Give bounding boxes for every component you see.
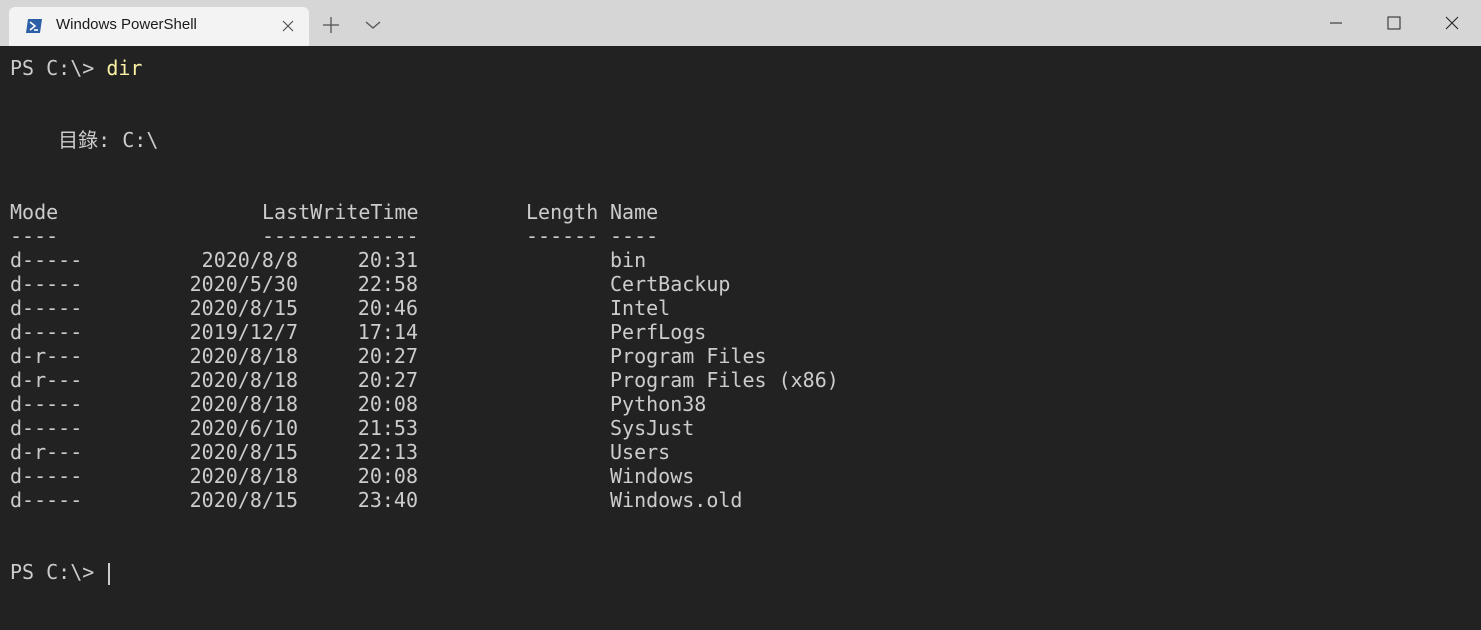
- cell-mode: d-r---: [10, 368, 83, 392]
- cell-mode: d-----: [10, 416, 83, 440]
- close-icon: [1445, 16, 1459, 30]
- cell-date: 2020/8/15: [189, 296, 298, 320]
- cell-mode: d-----: [10, 392, 83, 416]
- close-tab-icon[interactable]: [281, 19, 295, 33]
- cell-mode: d-r---: [10, 344, 83, 368]
- prompt: PS C:\>: [10, 560, 107, 584]
- cell-time: 20:31: [357, 248, 418, 272]
- command-text: dir: [106, 56, 143, 80]
- cell-time: 20:08: [357, 464, 418, 488]
- cell-time: 22:13: [357, 440, 418, 464]
- cell-mode: d-----: [10, 296, 83, 320]
- cell-mode: d-----: [10, 488, 83, 512]
- cell-date: 2020/8/18: [189, 368, 298, 392]
- cell-date: 2020/8/18: [189, 392, 298, 416]
- cell-date: 2020/8/18: [189, 344, 298, 368]
- separator-mode: ----: [10, 224, 59, 248]
- cell-date: 2020/8/18: [189, 464, 298, 488]
- header-lastwritetime: LastWriteTime: [262, 200, 419, 224]
- separator-lastwritetime: -------------: [262, 224, 419, 248]
- minimize-button[interactable]: [1307, 0, 1365, 46]
- cell-name: Users: [610, 440, 671, 464]
- prompt-line-1: PS C:\> dir: [10, 56, 142, 80]
- cell-name: Program Files (x86): [610, 368, 839, 392]
- cell-name: Python38: [610, 392, 707, 416]
- cell-time: 20:27: [357, 344, 418, 368]
- cell-name: Windows.old: [610, 488, 743, 512]
- cell-date: 2020/8/15: [189, 488, 298, 512]
- prompt: PS C:\>: [10, 56, 107, 80]
- text-cursor: [108, 562, 111, 585]
- separator-length: ------: [526, 224, 599, 248]
- cell-mode: d-r---: [10, 440, 83, 464]
- cell-date: 2020/5/30: [189, 272, 298, 296]
- header-length: Length: [526, 200, 599, 224]
- cell-time: 17:14: [357, 320, 418, 344]
- cell-time: 20:08: [357, 392, 418, 416]
- title-bar: Windows PowerShell: [0, 0, 1481, 46]
- cell-date: 2020/6/10: [189, 416, 298, 440]
- prompt-line-2: PS C:\>: [10, 560, 111, 585]
- separator-name: ----: [610, 224, 659, 248]
- cell-name: SysJust: [610, 416, 695, 440]
- plus-icon: [323, 17, 339, 33]
- cell-mode: d-----: [10, 272, 83, 296]
- terminal-window: Windows PowerShell PS C:\> dir 目錄: C:\ M…: [0, 0, 1481, 630]
- header-name: Name: [610, 200, 659, 224]
- maximize-icon: [1387, 16, 1401, 30]
- cell-mode: d-----: [10, 248, 83, 272]
- close-window-button[interactable]: [1423, 0, 1481, 46]
- cell-name: Windows: [610, 464, 695, 488]
- cell-time: 21:53: [357, 416, 418, 440]
- cell-mode: d-----: [10, 320, 83, 344]
- cell-name: Program Files: [610, 344, 767, 368]
- maximize-button[interactable]: [1365, 0, 1423, 46]
- cell-date: 2020/8/15: [189, 440, 298, 464]
- cell-name: Intel: [610, 296, 671, 320]
- cell-name: CertBackup: [610, 272, 731, 296]
- tab-title: Windows PowerShell: [56, 16, 197, 33]
- minimize-icon: [1330, 22, 1342, 24]
- cell-mode: d-----: [10, 464, 83, 488]
- new-tab-button[interactable]: [316, 12, 346, 38]
- cell-time: 20:46: [357, 296, 418, 320]
- powershell-icon: [26, 19, 42, 33]
- profiles-dropdown-button[interactable]: [358, 12, 388, 38]
- directory-label: 目錄: C:\: [10, 128, 159, 152]
- cell-time: 23:40: [357, 488, 418, 512]
- cell-date: 2020/8/8: [201, 248, 298, 272]
- cell-name: PerfLogs: [610, 320, 707, 344]
- cell-time: 20:27: [357, 368, 418, 392]
- terminal-output[interactable]: PS C:\> dir 目錄: C:\ Mode LastWriteTime L…: [0, 46, 1481, 630]
- cell-name: bin: [610, 248, 647, 272]
- tab-windows-powershell[interactable]: Windows PowerShell: [9, 7, 309, 46]
- cell-date: 2019/12/7: [189, 320, 298, 344]
- header-mode: Mode: [10, 200, 59, 224]
- chevron-down-icon: [365, 21, 381, 29]
- cell-time: 22:58: [357, 272, 418, 296]
